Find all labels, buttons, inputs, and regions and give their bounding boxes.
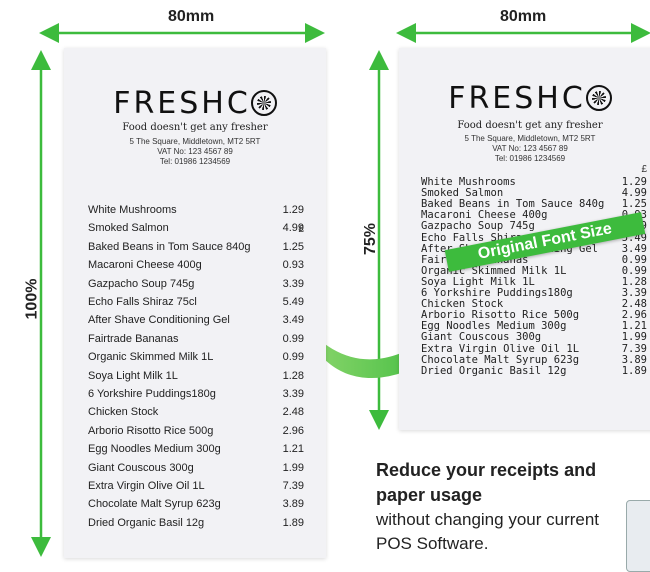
item-name: Organic Skimmed Milk 1L: [88, 351, 214, 364]
list-item: Organic Skimmed Milk 1L 0.99: [88, 351, 304, 369]
promo-title: Reduce your receipts and paper usage: [376, 460, 597, 505]
software-thumbnail: [626, 500, 650, 572]
tagline: Food doesn't get any fresher: [457, 120, 603, 131]
item-price: 3.89: [282, 498, 304, 511]
list-item: Arborio Risotto Rice 500g 2.96: [88, 425, 304, 443]
item-price: 3.39: [282, 277, 304, 290]
item-price: 1.99: [621, 331, 647, 344]
item-name: Smoked Salmon: [88, 222, 169, 235]
item-name: Chicken Stock: [88, 406, 159, 419]
item-name: Dried Organic Basil 12g: [421, 364, 567, 377]
list-item: Chocolate Malt Syrup 623g 3.89: [88, 498, 304, 516]
store-address: 5 The Square, Middletown, MT2 5RT VAT No…: [129, 137, 261, 166]
reduced-receipt: FRESHC Food doesn't get any fresher 5 Th…: [399, 48, 650, 430]
tagline: Food doesn't get any fresher: [122, 122, 268, 133]
left-height-label: 100%: [23, 278, 41, 320]
list-item: Egg Noodles Medium 300g 1.21: [88, 443, 304, 461]
item-price: 3.39: [282, 388, 304, 400]
list-item: Baked Beans in Tom Sauce 840g 1.25: [88, 241, 304, 259]
item-price: 1.28: [282, 369, 304, 382]
item-price: 1.89: [621, 364, 647, 377]
item-name: Extra Virgin Olive Oil 1L: [88, 480, 205, 492]
right-width-label: 80mm: [500, 8, 547, 25]
list-item: Chicken Stock 2.48: [88, 406, 304, 424]
item-price: 0.93: [282, 259, 304, 272]
item-price: 4.99: [282, 222, 304, 235]
list-item: Smoked Salmon 4.99: [88, 222, 304, 240]
item-price: 1.99: [282, 461, 304, 474]
item-name: Extra Virgin Olive Oil 1L: [421, 342, 580, 355]
list-item: Giant Couscous 300g 1.99: [88, 462, 304, 480]
freshco-logo: FRESHC: [64, 86, 326, 121]
item-price: 1.21: [282, 443, 304, 456]
list-item: Chocolate Malt Syrup 623g 3.89: [421, 353, 647, 366]
item-name: Egg Noodles Medium 300g: [88, 443, 221, 456]
item-name: Chocolate Malt Syrup 623g: [88, 498, 221, 511]
list-item: Dried Organic Basil 12g 1.89: [88, 517, 304, 535]
item-name: Gazpacho Soup 745g: [421, 220, 535, 233]
left-width-label: 80mm: [168, 8, 215, 25]
item-price: 0.99: [282, 332, 304, 345]
item-name: Fairtrade Bananas: [88, 332, 179, 345]
item-price: 1.29: [282, 204, 304, 216]
list-item: After Shave Conditioning Gel 3.49: [88, 314, 304, 332]
item-name: After Shave Conditioning Gel: [88, 314, 230, 327]
list-item: White Mushrooms 1.29: [88, 204, 304, 222]
item-price: 7.39: [282, 480, 304, 492]
item-price: 1.89: [282, 516, 304, 529]
item-name: Dried Organic Basil 12g: [88, 516, 205, 529]
item-price: 3.89: [621, 353, 647, 366]
item-name: Baked Beans in Tom Sauce 840g: [88, 240, 251, 253]
list-item: 6 Yorkshire Puddings180g 3.39: [88, 388, 304, 406]
item-name: Soya Light Milk 1L: [88, 369, 178, 382]
item-price: 5.49: [282, 296, 304, 308]
item-name: Echo Falls Shiraz 75cl: [88, 296, 197, 308]
item-price: 3.49: [621, 242, 647, 255]
item-price: 2.48: [282, 406, 304, 419]
item-name: 6 Yorkshire Puddings180g: [88, 388, 216, 400]
currency-symbol: £: [641, 164, 647, 175]
item-price: 2.96: [282, 424, 304, 437]
list-item: Echo Falls Shiraz 75cl 5.49: [88, 296, 304, 314]
promo-body: without changing your current POS Softwa…: [376, 510, 600, 553]
freshco-logo: FRESHC: [399, 81, 650, 116]
list-item: Gazpacho Soup 745g 3.39: [88, 278, 304, 296]
store-address: 5 The Square, Middletown, MT2 5RT VAT No…: [464, 134, 596, 163]
right-height-label: 75%: [362, 222, 380, 256]
list-item: Extra Virgin Olive Oil 1L 7.39: [421, 342, 647, 355]
item-name: Giant Couscous 300g: [421, 331, 542, 344]
item-name: Arborio Risotto Rice 500g: [88, 424, 214, 437]
item-price: 0.99: [282, 351, 304, 364]
item-name: White Mushrooms: [88, 204, 177, 216]
item-name: Chocolate Malt Syrup 623g: [421, 353, 580, 366]
list-item: Giant Couscous 300g 1.99: [421, 332, 647, 343]
list-item: Extra Virgin Olive Oil 1L 7.39: [88, 480, 304, 498]
item-name: Macaroni Cheese 400g: [88, 259, 202, 272]
list-item: Fairtrade Bananas 0.99: [88, 333, 304, 351]
list-item: Macaroni Cheese 400g 0.93: [88, 259, 304, 277]
item-price: 3.49: [282, 314, 304, 327]
list-item: Dried Organic Basil 12g 1.89: [421, 364, 647, 377]
item-price: 7.39: [621, 342, 647, 355]
item-name: Gazpacho Soup 745g: [88, 277, 195, 290]
list-item: Soya Light Milk 1L 1.28: [88, 370, 304, 388]
item-price: 1.25: [282, 240, 304, 253]
full-size-receipt: FRESHC Food doesn't get any fresher 5 Th…: [64, 48, 326, 558]
item-name: Giant Couscous 300g: [88, 461, 194, 474]
